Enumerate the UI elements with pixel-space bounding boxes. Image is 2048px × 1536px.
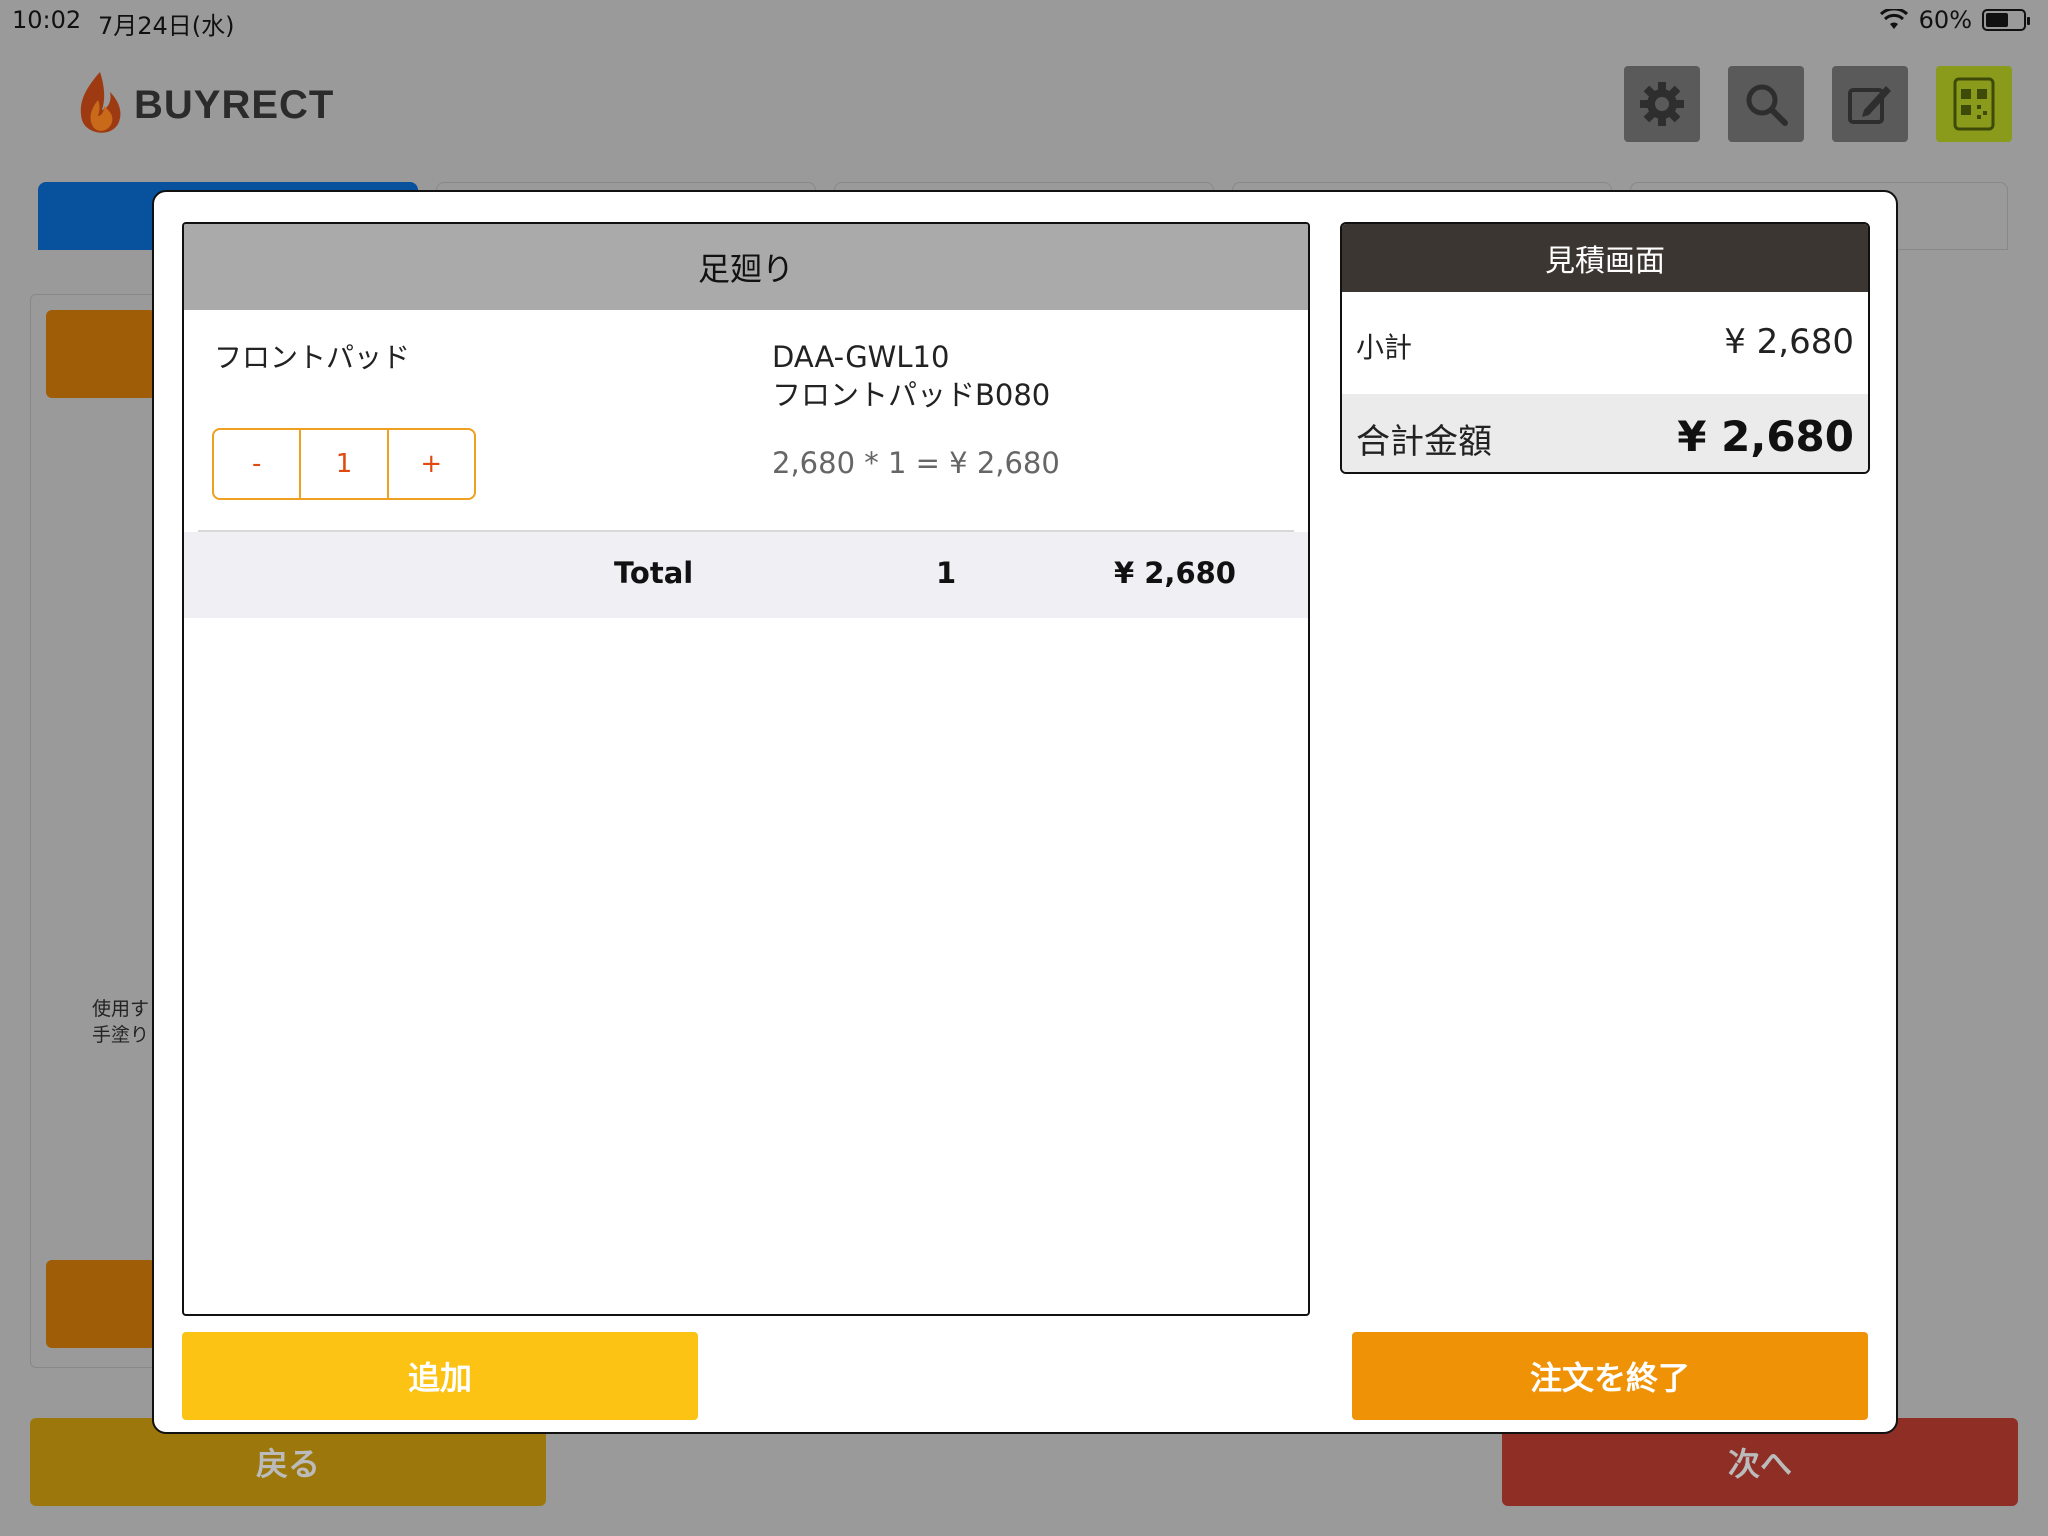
qr-code-icon: [1953, 77, 1995, 131]
search-button[interactable]: [1728, 66, 1804, 142]
qr-button[interactable]: [1936, 66, 2012, 142]
item-calculation: 2,680 * 1 = ¥ 2,680: [772, 446, 1060, 480]
background-panel: [30, 294, 170, 1368]
order-list-panel: 足廻り フロントパッド - 1 + DAA-GWL10 フロントパッドB080 …: [182, 222, 1310, 1316]
grand-total-row: 合計金額 ¥ 2,680: [1342, 394, 1868, 472]
logo-text: BUYRECT: [134, 82, 335, 127]
item-code-block: DAA-GWL10 フロントパッドB080: [772, 338, 1050, 414]
app-logo: BUYRECT: [74, 70, 334, 140]
settings-button[interactable]: [1624, 66, 1700, 142]
background-orange-button-top[interactable]: [46, 310, 156, 398]
edit-icon: [1848, 86, 1891, 124]
background-orange-button-bottom[interactable]: [46, 1260, 156, 1348]
subtotal-label: 小計: [1356, 331, 1413, 364]
total-label: Total: [614, 556, 694, 590]
edit-button[interactable]: [1832, 66, 1908, 142]
item-code: DAA-GWL10: [772, 340, 950, 374]
battery-percent: 60%: [1918, 6, 1972, 34]
item-description: フロントパッドB080: [772, 378, 1051, 412]
background-text: 使用す 手塗り: [92, 996, 149, 1048]
background-text-line2: 手塗り: [92, 1024, 150, 1046]
subtotal-row: 小計 ¥ 2,680: [1342, 292, 1868, 394]
total-qty: 1: [936, 556, 957, 590]
subtotal-value: ¥ 2,680: [1724, 322, 1854, 362]
flame-logo-icon: [80, 72, 121, 133]
increment-button[interactable]: +: [386, 430, 474, 498]
search-icon: [1746, 84, 1788, 126]
status-time: 10:02: [12, 6, 82, 34]
finish-order-button[interactable]: 注文を終了: [1352, 1332, 1868, 1420]
quantity-value[interactable]: 1: [299, 430, 386, 498]
status-bar: 10:02 7月24日(水) 60%: [0, 0, 2048, 40]
list-title: 足廻り: [184, 224, 1308, 310]
quantity-stepper: - 1 +: [212, 428, 476, 500]
total-row: Total 1 ¥ 2,680: [184, 532, 1308, 618]
list-item: フロントパッド - 1 + DAA-GWL10 フロントパッドB080 2,68…: [198, 310, 1294, 532]
wifi-icon: [1879, 9, 1908, 29]
add-button[interactable]: 追加: [182, 1332, 698, 1420]
decrement-button[interactable]: -: [214, 430, 299, 498]
gear-icon: [1640, 82, 1684, 126]
status-right: 60%: [1879, 6, 2030, 34]
total-amount: ¥ 2,680: [1113, 556, 1236, 590]
estimate-summary: 見積画面 小計 ¥ 2,680 合計金額 ¥ 2,680: [1340, 222, 1870, 474]
item-name: フロントパッド: [214, 341, 411, 374]
status-date: 7月24日(水): [98, 12, 235, 40]
battery-icon: [1982, 9, 2030, 31]
grand-total-value: ¥ 2,680: [1677, 412, 1854, 461]
order-modal: 足廻り フロントパッド - 1 + DAA-GWL10 フロントパッドB080 …: [152, 190, 1898, 1434]
background-text-line1: 使用す: [92, 998, 150, 1020]
grand-total-label: 合計金額: [1356, 422, 1492, 462]
summary-title: 見積画面: [1342, 224, 1868, 292]
